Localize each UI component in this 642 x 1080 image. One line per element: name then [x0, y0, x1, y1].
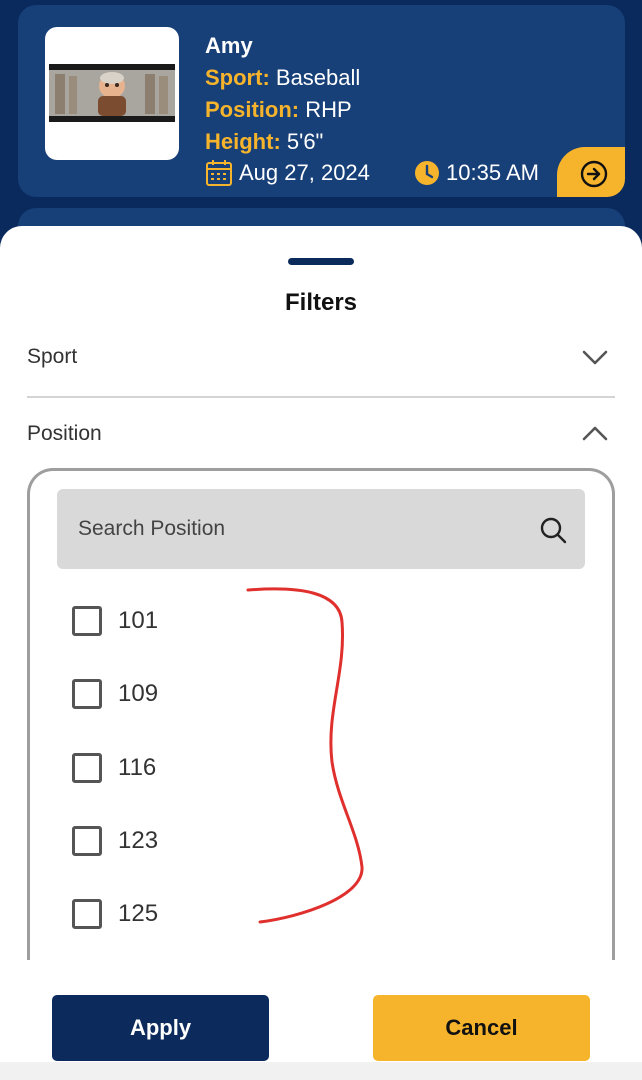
- chevron-down-icon: [582, 350, 608, 365]
- search-position-input[interactable]: [57, 489, 517, 569]
- navigation-bar-area: [0, 1062, 642, 1080]
- position-key: Position:: [205, 97, 300, 122]
- search-icon[interactable]: [539, 516, 567, 544]
- sport-value: Baseball: [275, 65, 361, 90]
- position-option-109[interactable]: 109: [72, 674, 158, 714]
- apply-button[interactable]: Apply: [52, 995, 269, 1061]
- open-details-button[interactable]: [557, 147, 625, 197]
- checkbox[interactable]: [72, 606, 102, 636]
- option-label: 125: [118, 900, 159, 927]
- video-thumbnail-image: [49, 64, 175, 122]
- checkbox[interactable]: [72, 826, 102, 856]
- position-search[interactable]: [57, 489, 585, 569]
- section-label-position: Position: [27, 422, 102, 445]
- sport-key: Sport:: [205, 65, 270, 90]
- filter-section-sport[interactable]: Sport: [27, 337, 615, 377]
- athlete-card[interactable]: Amy Sport: Baseball Position: RHP Height…: [18, 5, 625, 197]
- red-annotation-bracket: [246, 587, 364, 924]
- chevron-up-icon: [582, 426, 608, 441]
- position-option-116[interactable]: 116: [72, 748, 156, 788]
- section-divider: [27, 396, 615, 398]
- option-label: 116: [118, 754, 157, 781]
- cancel-button[interactable]: Cancel: [373, 995, 590, 1061]
- section-label-sport: Sport: [27, 345, 78, 368]
- height-row: Height: 5'6": [205, 129, 323, 155]
- clock-icon: [415, 161, 439, 185]
- arrow-right-circle-icon: [580, 160, 608, 188]
- checkbox[interactable]: [72, 679, 102, 709]
- position-option-123[interactable]: 123: [72, 821, 158, 861]
- option-label: 101: [118, 607, 159, 634]
- date-row: Aug 27, 2024: [205, 157, 370, 189]
- calendar-icon: [206, 160, 232, 186]
- filter-section-position[interactable]: Position: [27, 414, 615, 454]
- sheet-title: Filters: [284, 289, 358, 316]
- checkbox[interactable]: [72, 899, 102, 929]
- event-time: 10:35 AM: [446, 160, 539, 185]
- sheet-drag-handle[interactable]: [288, 258, 354, 265]
- height-value: 5'6": [286, 129, 324, 154]
- position-option-101[interactable]: 101: [72, 601, 158, 641]
- athlete-name: Amy: [205, 33, 253, 58]
- sport-row: Sport: Baseball: [205, 65, 360, 91]
- position-row: Position: RHP: [205, 97, 352, 123]
- position-option-125[interactable]: 125: [72, 894, 158, 934]
- height-key: Height:: [205, 129, 281, 154]
- option-label: 109: [118, 680, 159, 707]
- option-label: 123: [118, 827, 159, 854]
- athlete-thumbnail: [45, 27, 179, 160]
- event-date: Aug 27, 2024: [239, 160, 370, 185]
- time-row: 10:35 AM: [414, 157, 539, 189]
- checkbox[interactable]: [72, 753, 102, 783]
- position-value: RHP: [305, 97, 352, 122]
